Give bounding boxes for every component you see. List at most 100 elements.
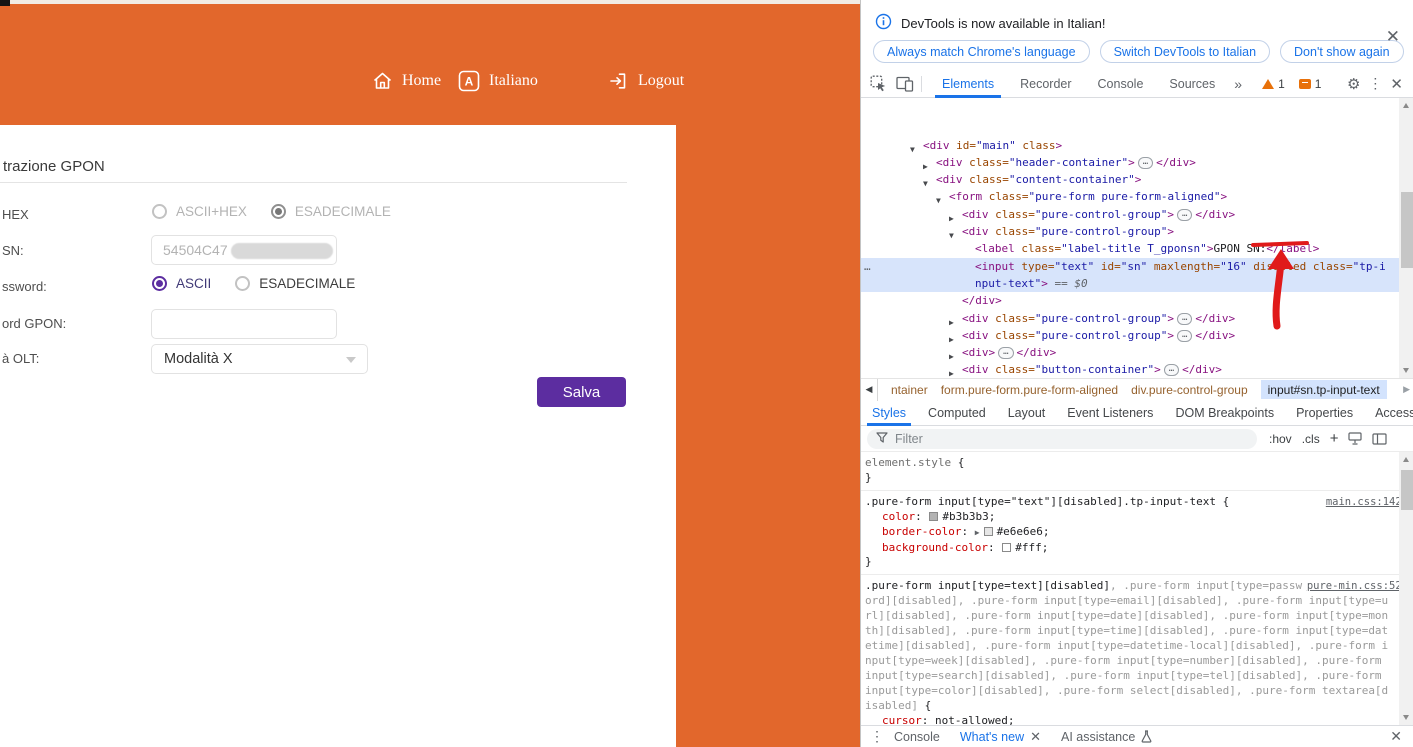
sn-input[interactable]: 54504C47 bbox=[151, 235, 337, 265]
dom-tree-line[interactable]: ▶<div class="pure-control-group">…</div> bbox=[861, 327, 1413, 344]
top-strip bbox=[0, 0, 860, 4]
breadcrumb-item[interactable]: form.pure-form.pure-form-aligned bbox=[941, 383, 1118, 397]
kebab-menu-icon[interactable]: ⋮ bbox=[1368, 75, 1382, 92]
radio-option[interactable]: ASCII+HEX bbox=[152, 204, 247, 219]
dom-tree-line[interactable]: ▼<form class="pure-form pure-form-aligne… bbox=[861, 188, 1413, 205]
dom-tree-line[interactable]: ▼<div id="main" class> bbox=[861, 137, 1413, 154]
tree-scrollbar-thumb[interactable] bbox=[1401, 192, 1413, 268]
code-token: <div bbox=[962, 225, 989, 238]
radio-option[interactable]: ASCII bbox=[152, 276, 211, 291]
banner-button[interactable]: Switch DevTools to Italian bbox=[1100, 40, 1270, 63]
sidebar-tab-dom-breakpoints[interactable]: DOM Breakpoints bbox=[1164, 400, 1285, 426]
dom-tree-line[interactable]: <label class="label-title T_gponsn">GPON… bbox=[861, 240, 1413, 257]
banner-close-icon[interactable]: ✕ bbox=[1386, 28, 1400, 45]
styles-filter-input[interactable]: Filter bbox=[867, 429, 1257, 449]
sidebar-tab-styles[interactable]: Styles bbox=[861, 400, 917, 426]
expand-ellipsis-icon[interactable]: … bbox=[1177, 313, 1192, 325]
dom-tree-line[interactable]: ▶<div class="pure-control-group">…</div> bbox=[861, 310, 1413, 327]
nav-language[interactable]: A Italiano bbox=[458, 63, 538, 99]
css-property[interactable]: cursor: not-allowed; bbox=[865, 714, 1394, 726]
format-brush-icon[interactable] bbox=[1348, 432, 1362, 445]
password-input[interactable] bbox=[151, 309, 337, 339]
scroll-up-icon[interactable] bbox=[1399, 98, 1413, 113]
radio-selected-icon[interactable] bbox=[152, 276, 167, 291]
new-style-rule-icon[interactable]: + bbox=[1330, 430, 1339, 447]
expand-ellipsis-icon[interactable]: … bbox=[998, 347, 1013, 359]
radio-icon[interactable] bbox=[152, 204, 167, 219]
drawer-whats-new-tab[interactable]: What's new ✕ bbox=[960, 729, 1041, 745]
warnings-indicator[interactable]: 1 bbox=[1262, 77, 1285, 91]
color-swatch[interactable] bbox=[929, 512, 938, 521]
scroll-down-icon[interactable] bbox=[1399, 363, 1413, 378]
radio-option[interactable]: ESADECIMALE bbox=[271, 204, 391, 219]
toggle-hover-state[interactable]: :hov bbox=[1269, 432, 1292, 446]
inspect-element-icon[interactable] bbox=[870, 75, 887, 92]
sidebar-tab-computed[interactable]: Computed bbox=[917, 400, 997, 426]
color-swatch[interactable] bbox=[984, 527, 993, 536]
radio-option[interactable]: ESADECIMALE bbox=[235, 276, 355, 291]
stylesheet-link[interactable]: main.css:1424 bbox=[1326, 495, 1408, 510]
breadcrumb-item[interactable]: input#sn.tp-input-text bbox=[1261, 380, 1387, 399]
sidebar-tab-accessibility[interactable]: Accessibility bbox=[1364, 400, 1413, 426]
more-tabs-icon[interactable]: » bbox=[1228, 76, 1248, 92]
sn-type-radios: ASCII+HEX ESADECIMALE bbox=[152, 204, 415, 219]
breadcrumb-left-icon[interactable]: ◀ bbox=[861, 379, 878, 401]
sidebar-tab-event-listeners[interactable]: Event Listeners bbox=[1056, 400, 1164, 426]
stylesheet-link[interactable]: pure-min.css:528 bbox=[1307, 579, 1408, 594]
css-property[interactable]: background-color: #fff; bbox=[865, 541, 1394, 556]
breadcrumb-right-icon[interactable]: ▶ bbox=[1403, 384, 1410, 395]
sidebar-tab-layout[interactable]: Layout bbox=[997, 400, 1057, 426]
devtools-close-icon[interactable]: ✕ bbox=[1390, 75, 1403, 93]
drawer-console-tab[interactable]: Console bbox=[894, 730, 940, 744]
dom-tree-line[interactable]: …<input type="text" id="sn" maxlength="1… bbox=[861, 258, 1413, 275]
node-actions-icon[interactable]: … bbox=[864, 258, 871, 275]
dom-tree-line[interactable]: ▼<div class="pure-control-group"> bbox=[861, 223, 1413, 240]
toggle-classes[interactable]: .cls bbox=[1302, 432, 1320, 446]
dom-tree-line[interactable]: ▼<div class="content-container"> bbox=[861, 171, 1413, 188]
banner-button[interactable]: Always match Chrome's language bbox=[873, 40, 1090, 63]
nav-logout[interactable]: Logout bbox=[608, 63, 684, 99]
breadcrumb-item[interactable]: div.pure-control-group bbox=[1131, 383, 1248, 397]
olt-mode-select[interactable]: Modalità X bbox=[151, 344, 368, 374]
color-swatch[interactable] bbox=[1002, 543, 1011, 552]
dom-tree-line[interactable]: ▶<div class="pure-control-group">…</div> bbox=[861, 206, 1413, 223]
dock-panel-icon[interactable] bbox=[1372, 433, 1387, 445]
sidebar-tab-properties[interactable]: Properties bbox=[1285, 400, 1364, 426]
styles-scrollbar-thumb[interactable] bbox=[1401, 470, 1413, 510]
expand-icon[interactable]: ▶ bbox=[975, 528, 980, 537]
css-property[interactable]: color: #b3b3b3; bbox=[865, 510, 1394, 525]
expand-ellipsis-icon[interactable]: … bbox=[1177, 330, 1192, 342]
expand-icon[interactable]: ▶ bbox=[949, 365, 954, 378]
drawer-kebab-icon[interactable]: ⋮ bbox=[870, 728, 884, 745]
issues-indicator[interactable]: 1 bbox=[1299, 77, 1322, 91]
settings-gear-icon[interactable]: ⚙ bbox=[1347, 75, 1360, 93]
dom-tree-line[interactable]: nput-text"> == $0 bbox=[861, 275, 1413, 292]
tab-elements[interactable]: Elements bbox=[929, 70, 1007, 98]
tab-sources[interactable]: Sources bbox=[1156, 70, 1228, 98]
device-toolbar-icon[interactable] bbox=[896, 76, 914, 92]
code-token: <form bbox=[949, 190, 982, 203]
dom-tree-line[interactable]: ▶<div class="button-container">…</div> bbox=[861, 361, 1413, 378]
expand-ellipsis-icon[interactable]: … bbox=[1177, 209, 1192, 221]
breadcrumb-item[interactable]: ntainer bbox=[891, 383, 928, 397]
css-property[interactable]: border-color: ▶#e6e6e6; bbox=[865, 525, 1394, 541]
expand-ellipsis-icon[interactable]: … bbox=[1164, 364, 1179, 376]
nav-home-label: Home bbox=[402, 72, 441, 90]
nav-home[interactable]: Home bbox=[372, 63, 441, 99]
radio-selected-icon[interactable] bbox=[271, 204, 286, 219]
tab-recorder[interactable]: Recorder bbox=[1007, 70, 1084, 98]
tab-console[interactable]: Console bbox=[1085, 70, 1157, 98]
save-button[interactable]: Salva bbox=[537, 377, 626, 407]
drawer-close-icon[interactable]: ✕ bbox=[1390, 728, 1402, 745]
dom-tree-line[interactable]: ▶<div>…</div> bbox=[861, 344, 1413, 361]
scroll-down-icon[interactable] bbox=[1399, 710, 1413, 725]
scroll-up-icon[interactable] bbox=[1399, 452, 1413, 467]
radio-icon[interactable] bbox=[235, 276, 250, 291]
code-token: id= bbox=[1094, 260, 1121, 273]
expand-ellipsis-icon[interactable]: … bbox=[1138, 157, 1153, 169]
dom-tree-line[interactable]: ▶<div class="header-container">…</div> bbox=[861, 154, 1413, 171]
radio-label: ASCII bbox=[176, 276, 211, 291]
dom-tree-line[interactable]: </div> bbox=[861, 292, 1413, 309]
close-icon[interactable]: ✕ bbox=[1030, 729, 1041, 745]
drawer-ai-assistance-tab[interactable]: AI assistance bbox=[1061, 730, 1152, 744]
